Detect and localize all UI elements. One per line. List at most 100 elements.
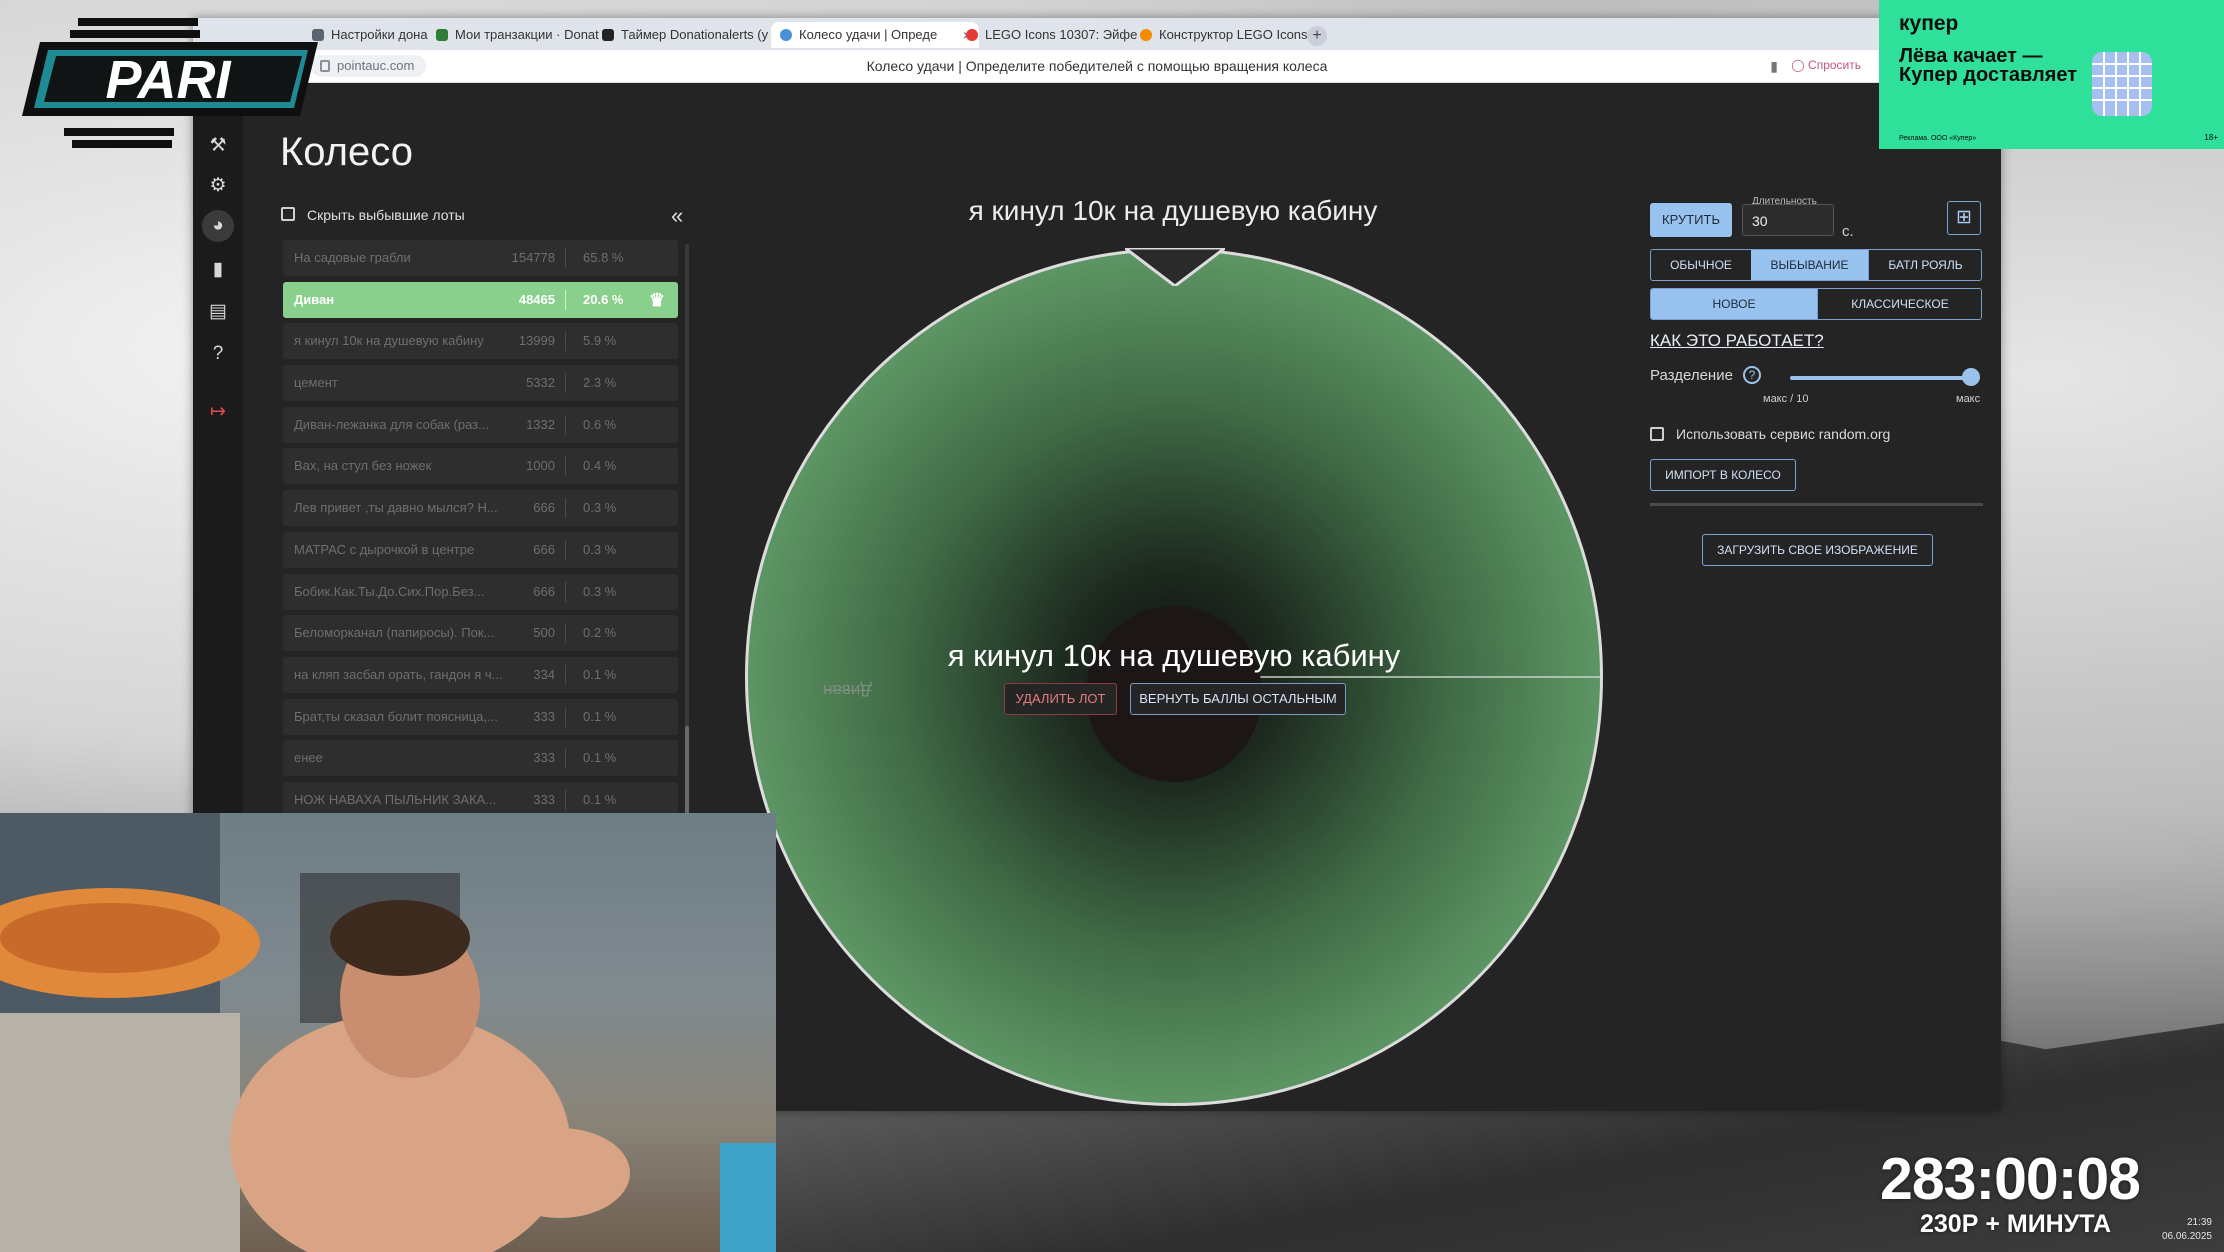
lot-row[interactable]: Диван-лежанка для собак (раз... 1332 0.6 % [283,406,678,443]
wheel-mode-selector: ОБЫЧНОЕ ВЫБЫВАНИЕ БАТЛ РОЯЛЬ [1650,249,1982,281]
wheel-segment-label: Диван [823,681,872,700]
lots-list: На садовые грабли 154778 65.8 % Диван 48465… [283,240,678,830]
collapse-sidebar-icon[interactable]: « [671,203,683,229]
wheel-pointer-icon [1125,248,1225,286]
divider [565,623,566,644]
clock-time: 21:39 [2186,1217,2212,1228]
tab-lego-eiffel[interactable]: LEGO Icons 10307: Эйфе [957,22,1155,48]
divider [565,789,566,810]
stream-price-line: 230Р + МИНУТА [1920,1210,2112,1238]
lot-row[interactable]: на кляп засбал орать, гандон я ч... 334 0.… [283,656,678,693]
import-to-wheel-button[interactable]: ИМПОРТ В КОЛЕСО [1650,459,1796,491]
logout-icon[interactable]: ↦ [206,400,230,424]
duration-input[interactable]: 30 [1742,204,1834,236]
wheel-winner-title: я кинул 10к на душевую кабину [968,195,1378,226]
duration-unit: с. [1842,223,1854,240]
lot-row[interactable]: Вах, на стул без ножек 1000 0.4 % [283,448,678,485]
webcam-overlay [0,813,776,1252]
address-bar: pointauc.com Колесо удачи | Определите п… [193,50,2001,83]
system-clock: 21:39 06.06.2025 [2162,1216,2212,1244]
lot-row[interactable]: енее 333 0.1 % [283,740,678,777]
how-it-works-link[interactable]: КАК ЭТО РАБОТАЕТ? [1650,331,1824,351]
divider [565,498,566,519]
divider [565,748,566,769]
lot-row[interactable]: МАТРАС с дырочкой в центре 666 0.3 % [283,531,678,568]
wheel-winner-text: я кинул 10к на душевую кабину [947,638,1401,673]
spin-button[interactable]: КРУТИТЬ [1650,203,1732,237]
tab-transactions[interactable]: Мои транзакции · Donat [427,22,615,48]
lots-scrollbar[interactable] [685,244,689,834]
wheel-favicon-icon [780,29,792,41]
clipboard-icon[interactable]: ▤ [206,300,230,324]
settings-gear-icon[interactable]: ⚙ [206,174,230,198]
delete-lot-button[interactable]: УДАЛИТЬ ЛОТ [1004,683,1117,715]
ad-banner: купер Лёва качает — Купер доставляет Рек… [1879,0,2224,149]
divider [565,414,566,435]
mode-normal[interactable]: ОБЫЧНОЕ [1651,250,1752,280]
lots-header: Скрыть выбывшие лоты « [281,203,683,229]
ask-button[interactable]: ◯ Спросить [1791,58,1861,72]
ad-grid-icon [2092,52,2152,116]
hide-dropped-checkbox[interactable] [281,207,295,221]
type-new[interactable]: НОВОЕ [1651,289,1818,319]
tab-favicon-icon [436,29,448,41]
split-slider-max-label: макс [1956,393,1981,405]
stream-timer: 283:00:08 [1880,1146,2141,1212]
wheel-type-selector: НОВОЕ КЛАССИЧЕСКОЕ [1650,288,1982,320]
return-points-button[interactable]: ВЕРНУТЬ БАЛЛЫ ОСТАЛЬНЫМ [1130,683,1346,715]
divider [565,289,566,310]
tab-favicon-icon [1140,29,1152,41]
controls-divider [1650,503,1983,506]
ad-fine-print: Реклама. ООО «Купер» [1899,135,1977,142]
lot-row-winner[interactable]: Диван 48465 20.6 % ♛ [283,281,678,318]
lot-row[interactable]: я кинул 10к на душевую кабину 13999 5.9 % [283,323,678,360]
split-help-icon[interactable]: ? [1743,366,1761,384]
wheel[interactable]: Диван [745,248,1603,1106]
tab-bar: Настройки дона Мои транзакции · Donat Та… [193,18,2001,50]
winner-icon: ♛ [648,289,666,310]
ad-brand: купер [1899,12,1959,35]
lot-row[interactable]: цемент 5332 2.3 % [283,365,678,402]
tab-favicon-icon [602,29,614,41]
new-tab-button[interactable]: + [1307,26,1327,46]
bookmark-icon[interactable]: ▮ [1770,58,1778,75]
statistics-chart-icon[interactable]: ▮ [206,258,230,282]
lot-row[interactable]: Бобик.Как.Ты.До.Сих.Пор.Без... 666 0.3 % [283,573,678,610]
page-title-bar: Колесо удачи | Определите победителей с … [866,58,1328,74]
lot-row[interactable]: Брат,ты сказал болит поясница,... 333 0.1 … [283,698,678,735]
help-icon[interactable]: ? [206,342,230,366]
divider [565,581,566,602]
divider [565,373,566,394]
hide-dropped-label: Скрыть выбывшие лоты [307,207,465,223]
random-org-checkbox[interactable] [1650,427,1664,441]
divider [565,248,566,268]
fullscreen-grid-icon[interactable]: ⊞ [1947,201,1981,235]
random-org-label: Использовать сервис random.org [1676,426,1891,442]
split-slider-min-label: макс / 10 [1763,393,1809,405]
type-classic[interactable]: КЛАССИЧЕСКОЕ [1817,289,1981,319]
tab-wheel[interactable]: Колесо удачи | Опреде× [771,22,979,48]
mode-elimination[interactable]: ВЫБЫВАНИЕ [1751,250,1869,280]
tab-lego-constructor[interactable]: Конструктор LEGO Icons [1131,22,1334,48]
split-slider-thumb[interactable] [1962,368,1980,386]
ask-icon: ◯ [1791,58,1809,72]
tab-timer[interactable]: Таймер Donationalerts (у [593,22,791,48]
pari-logo-text: PARI [105,50,231,110]
divider [565,539,566,560]
ad-text: Лёва качает — Купер доставляет [1899,45,2078,86]
lot-row[interactable]: Лев привет ,ты давно мылся? Н... 666 0.3 % [283,490,678,527]
pari-logo: PARI [22,18,318,148]
split-label: Разделение [1650,367,1733,384]
ad-age-rating: 18+ [2204,133,2218,142]
upload-image-button[interactable]: ЗАГРУЗИТЬ СВОЕ ИЗОБРАЖЕНИЕ [1702,534,1933,566]
webcam-scene [0,813,776,1252]
split-slider[interactable] [1790,376,1970,380]
mode-battle-royale[interactable]: БАТЛ РОЯЛЬ [1868,250,1981,280]
divider [565,456,566,477]
lot-row[interactable]: Беломорканал (папиросы). Пок... 500 0.2 % [283,615,678,652]
lot-row[interactable]: На садовые грабли 154778 65.8 % [283,240,678,276]
wheel-pie-icon[interactable]: ◕ [202,210,234,242]
divider [565,664,566,685]
tab-favicon-icon [966,29,978,41]
clock-date: 06.06.2025 [2161,1231,2212,1242]
